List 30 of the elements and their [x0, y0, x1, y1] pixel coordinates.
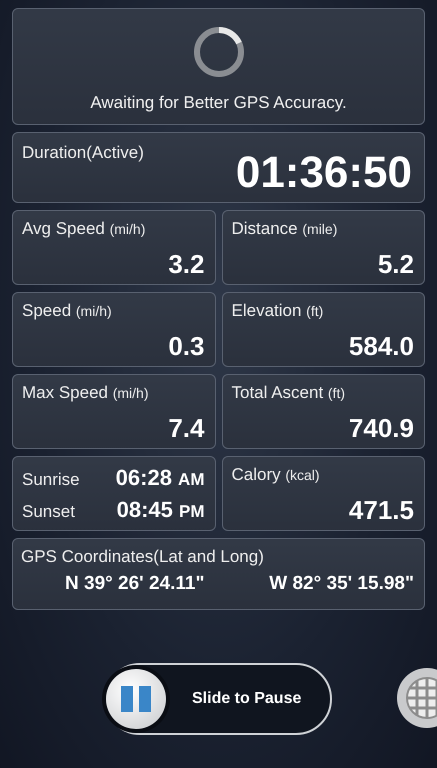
metric-label: Avg Speed (mi/h)	[22, 219, 146, 239]
metric-value: 584.0	[348, 331, 414, 362]
metric-value: 7.4	[168, 413, 204, 444]
latitude-value: N 39° 26' 24.11"	[65, 573, 204, 595]
duration-value: 01:36:50	[236, 148, 412, 198]
slide-to-pause-slider[interactable]: Slide to Pause	[104, 663, 332, 735]
status-message: Awaiting for Better GPS Accuracy.	[90, 93, 347, 113]
sun-label: Sunset	[22, 502, 75, 522]
metric-value: 471.5	[348, 495, 414, 526]
pause-icon	[121, 686, 151, 712]
metric-label: Distance (mile)	[232, 219, 338, 239]
gps-label: GPS Coordinates(Lat and Long)	[21, 547, 265, 567]
sun-time: 06:28 AM	[116, 464, 204, 490]
longitude-value: W 82° 35' 15.98"	[269, 573, 414, 595]
globe-button-icon[interactable]	[396, 667, 437, 729]
metric-label: Elevation (ft)	[232, 301, 324, 321]
metric-value: 740.9	[348, 413, 414, 444]
metric-value: 3.2	[168, 249, 204, 280]
loading-spinner-icon	[192, 25, 246, 79]
metric-label: Max Speed (mi/h)	[22, 383, 150, 403]
metric-value: 5.2	[378, 249, 414, 280]
metric-label: Speed (mi/h)	[22, 301, 113, 321]
metric-label: Calory (kcal)	[232, 465, 321, 485]
sun-time: 08:45 PM	[116, 496, 204, 522]
metric-value: 0.3	[168, 331, 204, 362]
metric-label: Total Ascent (ft)	[232, 383, 346, 403]
pause-knob[interactable]	[106, 669, 166, 729]
duration-label: Duration(Active)	[22, 143, 144, 164]
slider-label: Slide to Pause	[192, 690, 302, 708]
sun-label: Sunrise	[22, 470, 80, 490]
